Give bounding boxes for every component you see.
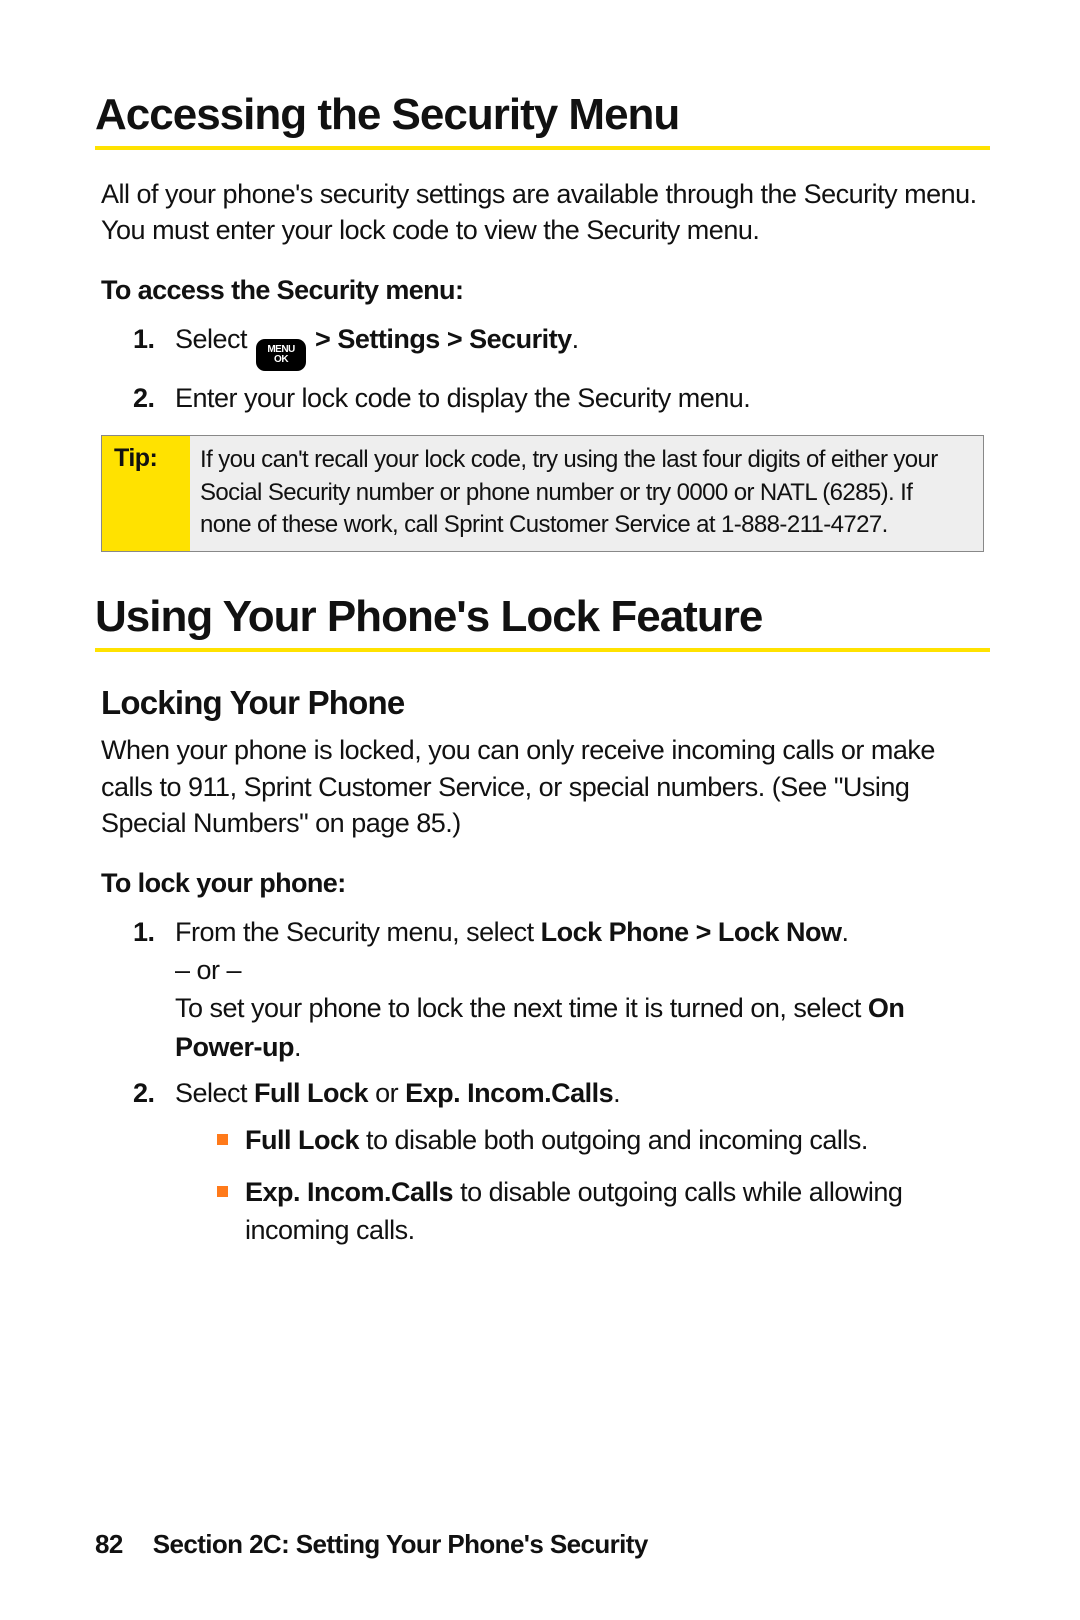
intro-paragraph-1: All of your phone's security settings ar…: [101, 176, 990, 249]
steps-access-security: 1. Select MENUOK > Settings > Security. …: [133, 320, 990, 417]
menu-ok-key-icon: MENUOK: [256, 339, 306, 371]
step-bold: Full Lock: [254, 1078, 368, 1108]
step-text: or: [368, 1078, 405, 1108]
step-bold: Exp. Incom.Calls: [405, 1078, 613, 1108]
page-number: 82: [95, 1529, 123, 1559]
tip-label: Tip:: [102, 436, 190, 551]
subheading-locking-phone: Locking Your Phone: [101, 684, 990, 722]
steps-lock-phone: 1. From the Security menu, select Lock P…: [133, 913, 990, 1250]
step-text: To set your phone to lock the next time …: [175, 993, 868, 1023]
step-1: 1. Select MENUOK > Settings > Security.: [133, 320, 990, 371]
step-text-pre: Select: [175, 324, 254, 354]
step-number: 2.: [133, 1074, 155, 1112]
footer-section-title: Section 2C: Setting Your Phone's Securit…: [153, 1529, 648, 1559]
step-text: Enter your lock code to display the Secu…: [175, 383, 750, 413]
bullet-exp-incom: Exp. Incom.Calls to disable outgoing cal…: [217, 1174, 990, 1250]
lock-options-list: Full Lock to disable both outgoing and i…: [217, 1122, 990, 1249]
bullet-full-lock: Full Lock to disable both outgoing and i…: [217, 1122, 990, 1160]
step-bold: Lock Phone > Lock Now: [541, 917, 842, 947]
bullet-text: to disable both outgoing and incoming ca…: [359, 1125, 868, 1155]
step-number: 1.: [133, 913, 155, 951]
step-1: 1. From the Security menu, select Lock P…: [133, 913, 990, 1066]
heading-using-lock-feature: Using Your Phone's Lock Feature: [95, 592, 990, 652]
step-2: 2. Enter your lock code to display the S…: [133, 379, 990, 417]
step-text-dot: .: [572, 324, 579, 354]
page-footer: 82 Section 2C: Setting Your Phone's Secur…: [95, 1529, 648, 1560]
heading-accessing-security: Accessing the Security Menu: [95, 90, 990, 150]
subhead-lock-phone: To lock your phone:: [101, 868, 990, 899]
step-number: 2.: [133, 379, 155, 417]
step-number: 1.: [133, 320, 155, 358]
step-text: From the Security menu, select: [175, 917, 541, 947]
tip-body: If you can't recall your lock code, try …: [190, 436, 983, 551]
step-text-bold: > Settings > Security: [308, 324, 572, 354]
bullet-bold: Exp. Incom.Calls: [245, 1177, 453, 1207]
step-2: 2. Select Full Lock or Exp. Incom.Calls.…: [133, 1074, 990, 1250]
tip-box: Tip: If you can't recall your lock code,…: [101, 435, 984, 552]
step-or: – or –: [175, 955, 241, 985]
bullet-bold: Full Lock: [245, 1125, 359, 1155]
subhead-access-security: To access the Security menu:: [101, 275, 990, 306]
step-text: .: [613, 1078, 620, 1108]
intro-paragraph-2: When your phone is locked, you can only …: [101, 732, 990, 841]
step-text: Select: [175, 1078, 254, 1108]
